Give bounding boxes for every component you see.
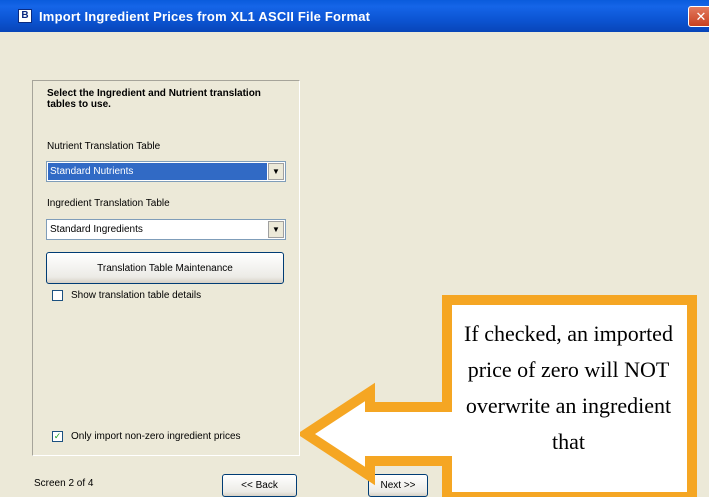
title-bar: B Import Ingredient Prices from XL1 ASCI… <box>0 0 709 32</box>
only-import-nonzero-checkbox-row[interactable]: ✓ Only import non-zero ingredient prices <box>52 431 241 442</box>
only-import-nonzero-checkbox[interactable]: ✓ <box>52 431 63 442</box>
nutrient-table-label: Nutrient Translation Table <box>47 141 161 152</box>
show-details-checkbox[interactable] <box>52 290 63 301</box>
back-button[interactable]: << Back <box>222 474 297 497</box>
nutrient-table-value: Standard Nutrients <box>48 163 267 180</box>
ingredient-table-dropdown[interactable]: Standard Ingredients ▼ <box>46 219 286 240</box>
import-dialog: B Import Ingredient Prices from XL1 ASCI… <box>0 0 709 497</box>
app-icon: B <box>18 9 32 23</box>
window-title: Import Ingredient Prices from XL1 ASCII … <box>39 8 371 24</box>
only-import-nonzero-label: Only import non-zero ingredient prices <box>71 431 241 442</box>
translation-table-maintenance-button[interactable]: Translation Table Maintenance <box>46 252 284 284</box>
chevron-down-icon[interactable]: ▼ <box>268 221 284 238</box>
chevron-down-icon[interactable]: ▼ <box>268 163 284 180</box>
ingredient-table-value: Standard Ingredients <box>50 224 143 235</box>
show-details-label: Show translation table details <box>71 290 202 301</box>
callout-text: If checked, an imported price of zero wi… <box>464 321 673 454</box>
close-icon: ✕ <box>695 8 707 24</box>
nutrient-table-dropdown[interactable]: Standard Nutrients ▼ <box>46 161 286 182</box>
close-button[interactable]: ✕ <box>688 6 709 27</box>
instructions-text: Select the Ingredient and Nutrient trans… <box>47 88 261 110</box>
screen-indicator: Screen 2 of 4 <box>34 478 94 489</box>
show-details-checkbox-row[interactable]: Show translation table details <box>52 290 201 301</box>
ingredient-table-label: Ingredient Translation Table <box>47 198 170 209</box>
